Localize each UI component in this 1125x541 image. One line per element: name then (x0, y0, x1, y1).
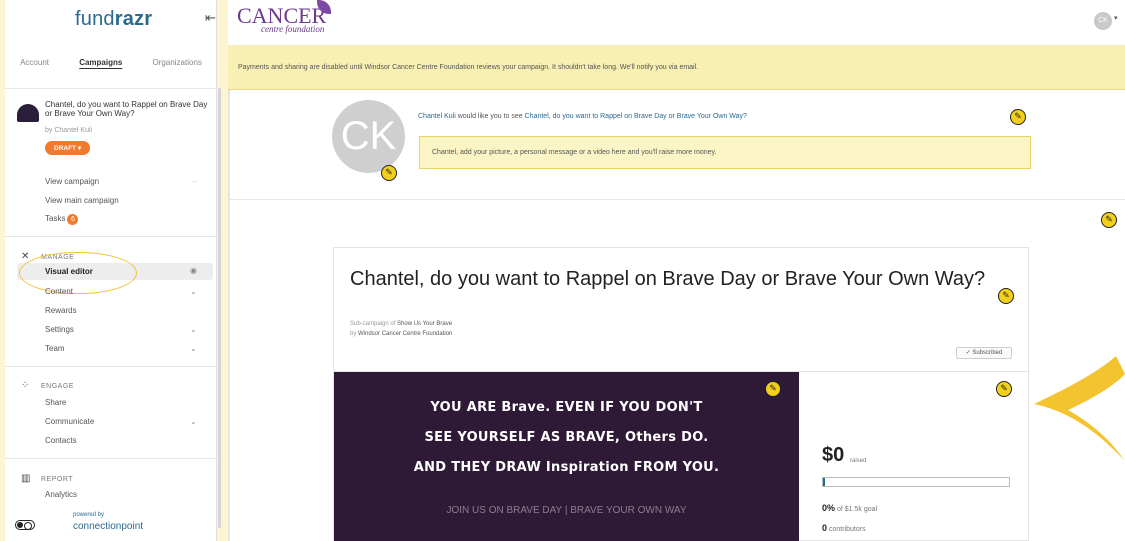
sidebar-item-settings[interactable]: Settings (45, 325, 74, 334)
sidebar-item-rewards[interactable]: Rewards (45, 306, 77, 315)
sidebar-item-share[interactable]: Share (45, 398, 66, 407)
tab-organizations[interactable]: Organizations (153, 58, 202, 67)
pencil-icon[interactable]: ✎ (998, 288, 1014, 304)
supporter-name-link[interactable]: Chantel Kuli (418, 113, 456, 120)
banner-line-3: AND THEY DRAW Inspiration FROM YOU. (413, 460, 720, 475)
divider (5, 88, 217, 89)
pencil-icon[interactable]: ✎ (996, 381, 1012, 397)
chevron-down-icon[interactable]: ⌄ (190, 344, 197, 353)
divider (5, 458, 217, 459)
review-notice-banner: Payments and sharing are disabled until … (228, 45, 1125, 90)
share-intro-middle: would like you to see (455, 113, 525, 120)
campaign-owner: by Chantel Kuli (45, 127, 93, 134)
draft-status-button[interactable]: DRAFT ▾ (45, 141, 91, 155)
tasks-label: Tasks (45, 214, 66, 223)
campaign-title[interactable]: Chantel, do you want to Rappel on Brave … (45, 100, 215, 118)
organization-link[interactable]: Windsor Cancer Centre Foundation (358, 331, 452, 337)
goal-text: 0% of $1.5k goal (822, 503, 877, 513)
user-avatar[interactable]: CK (1094, 12, 1112, 30)
organization-logo[interactable]: CANCER centre foundation (233, 0, 343, 36)
chevron-down-icon[interactable]: ▾ (1114, 14, 1118, 22)
sidebar-item-content[interactable]: Content (45, 287, 73, 296)
sub-campaign-prefix: Sub-campaign of (350, 321, 398, 327)
engage-section-header: ⁘ ENGAGE (21, 380, 74, 391)
campaign-link[interactable]: Chantel, do you want to Rappel on Brave … (525, 113, 747, 120)
campaign-card: Chantel, do you want to Rappel on Brave … (333, 247, 1030, 541)
divider (5, 236, 217, 237)
bar-chart-icon: ▥ (21, 473, 31, 484)
pencil-icon[interactable]: ✎ (1010, 109, 1026, 125)
tasks-count-badge: 6 (67, 214, 79, 225)
pencil-icon[interactable]: ✎ (381, 165, 397, 181)
contributors-label: contributors (828, 526, 866, 533)
divider (5, 366, 217, 367)
chevron-down-icon[interactable]: ⌄ (190, 287, 197, 296)
sidebar-tabs: Account Campaigns Organizations (5, 58, 217, 67)
banner-line-1: YOU ARE Brave. EVEN IF YOU DON'T (430, 400, 703, 415)
view-main-campaign-link[interactable]: View main campaign (45, 196, 119, 205)
tasks-link[interactable]: Tasks 6 (45, 214, 79, 225)
annotation-arrow (1034, 356, 1125, 460)
sidebar-item-communicate[interactable]: Communicate (45, 417, 94, 426)
share-section: CK ✎ Chantel Kuli would like you to see … (228, 90, 1125, 200)
fundrazr-logo[interactable]: fundrazr (75, 8, 152, 31)
sidebar-item-contacts[interactable]: Contacts (45, 436, 77, 445)
highlight-circle (19, 252, 137, 294)
view-campaign-link[interactable]: View campaign (45, 177, 99, 186)
sidebar: fundrazr ⇤ Account Campaigns Organizatio… (5, 0, 217, 541)
org-logo-subtext: centre foundation (261, 24, 325, 34)
campaign-banner-image: YOU ARE Brave. EVEN IF YOU DON'T SEE YOU… (334, 372, 799, 541)
parent-campaign-link[interactable]: Show Us Your Brave (397, 321, 452, 327)
pencil-icon[interactable]: ✎ (1101, 212, 1117, 228)
share-intro-text: Chantel Kuli would like you to see Chant… (418, 113, 747, 120)
chevron-down-icon[interactable]: ⌄ (190, 325, 197, 334)
megaphone-icon: ⁘ (21, 380, 30, 391)
connectionpoint-logo[interactable]: connectionpoint (73, 521, 143, 532)
pencil-icon[interactable]: ✎ (765, 381, 781, 397)
top-bar: CANCER centre foundation CK ▾ (228, 0, 1125, 45)
report-heading: REPORT (41, 476, 74, 483)
external-link-icon: → (190, 176, 198, 185)
toggle-icon[interactable] (15, 520, 35, 530)
campaign-headline: Chantel, do you want to Rappel on Brave … (350, 268, 986, 290)
main-content: CANCER centre foundation CK ▾ Payments a… (228, 0, 1125, 541)
contributors-text: 0 contributors (822, 523, 866, 533)
raised-label: raised (850, 458, 867, 464)
campaign-thumbnail (17, 104, 39, 122)
progress-fill (823, 478, 825, 486)
sub-campaign-line: Sub-campaign of Show Us Your Brave (350, 321, 452, 327)
engage-heading: ENGAGE (41, 383, 74, 390)
tab-account[interactable]: Account (20, 58, 49, 67)
organization-line: by Windsor Cancer Centre Foundation (350, 331, 452, 337)
supporter-avatar: CK (332, 100, 405, 173)
goal-progress-bar (822, 477, 1010, 487)
chevron-down-icon[interactable]: ⌄ (190, 417, 197, 426)
raised-amount: $0 (822, 444, 845, 466)
banner-line-2: SEE YOURSELF AS BRAVE, Others DO. (424, 430, 709, 445)
powered-by-label: powered by (73, 512, 105, 518)
report-section-header: ▥ REPORT (21, 473, 73, 484)
tab-campaigns[interactable]: Campaigns (79, 58, 122, 67)
by-prefix: by (350, 331, 359, 337)
sidebar-scrollbar[interactable] (218, 88, 221, 528)
goal-label: of $1.5k goal (836, 506, 878, 513)
contributors-count: 0 (822, 523, 828, 533)
subscribed-button[interactable]: ✓ Subscribed (956, 347, 1012, 359)
fundraising-stats: ✎ $0 raised 0% of $1.5k goal 0 contribut… (800, 372, 1028, 541)
percent-value: 0% (822, 503, 836, 513)
personal-message-prompt[interactable]: Chantel, add your picture, a personal me… (419, 136, 1031, 169)
sidebar-footer: powered by connectionpoint (5, 508, 217, 541)
collapse-sidebar-icon[interactable]: ⇤ (205, 10, 216, 26)
eye-icon: ◉ (190, 266, 197, 275)
sidebar-item-analytics[interactable]: Analytics (45, 490, 77, 499)
sidebar-item-team[interactable]: Team (45, 344, 65, 353)
banner-subline: JOIN US ON BRAVE DAY | BRAVE YOUR OWN WA… (446, 505, 687, 516)
